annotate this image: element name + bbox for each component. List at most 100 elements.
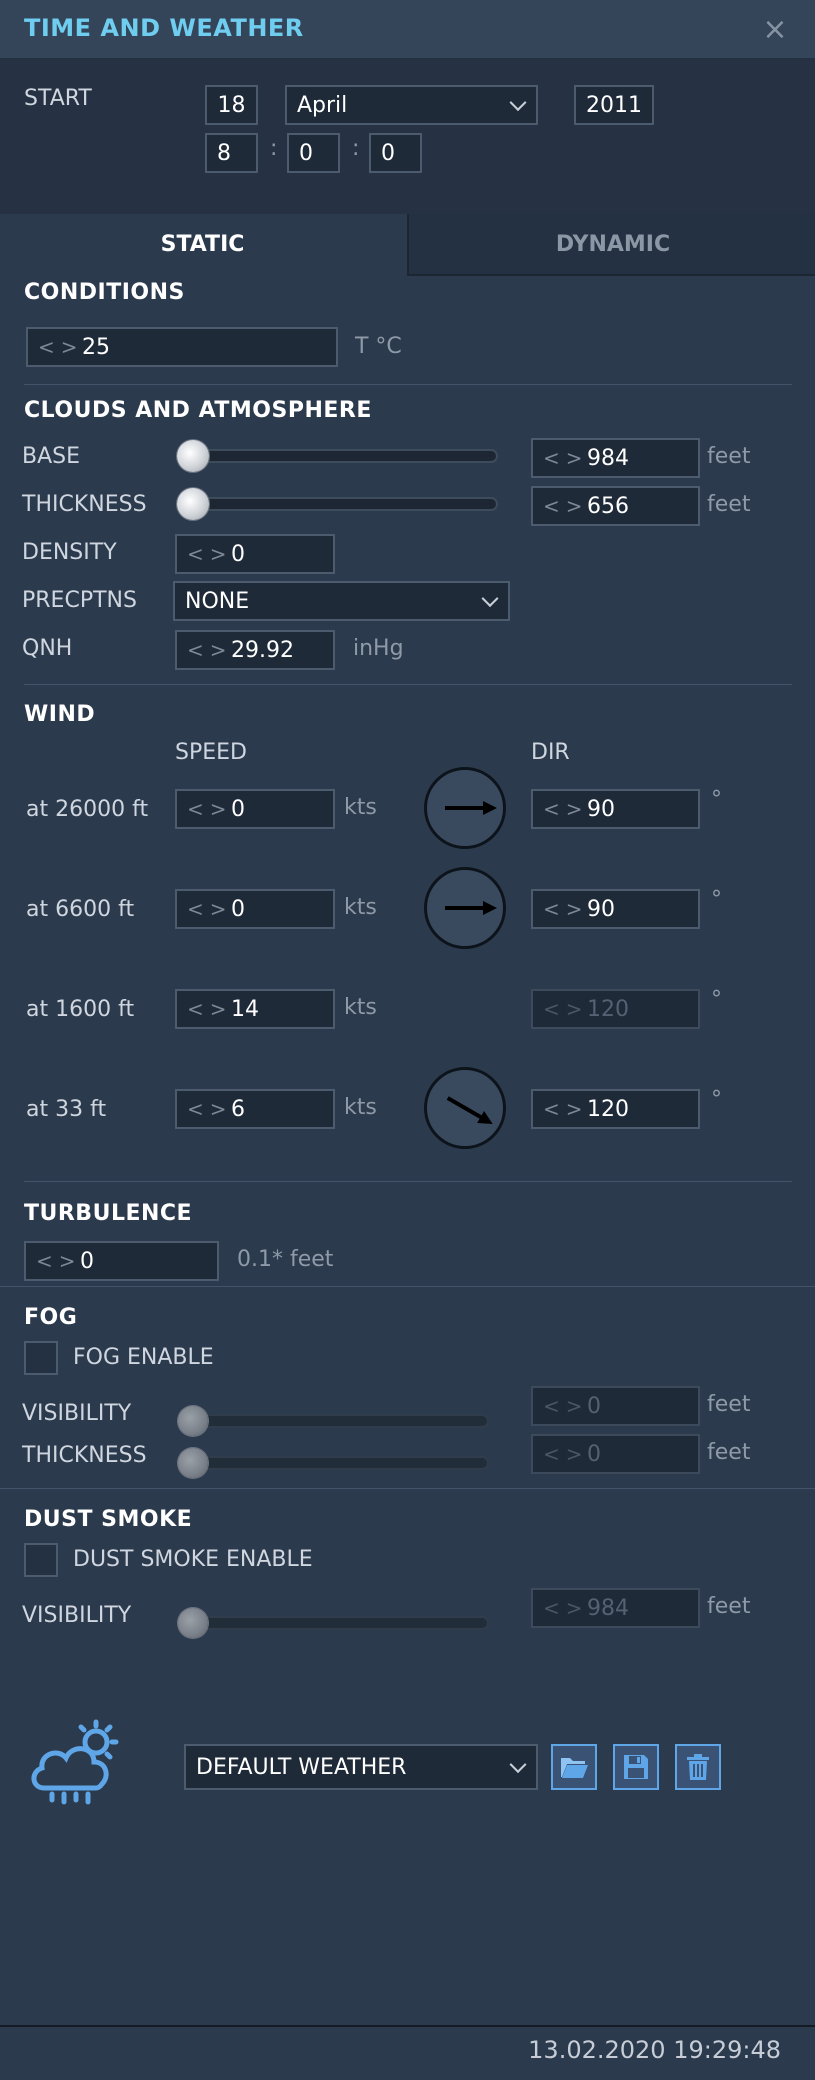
wind-arrow-icon	[445, 801, 497, 815]
open-folder-icon	[561, 1758, 588, 1778]
weather-preset-dropdown[interactable]: DEFAULT WEATHER	[184, 1744, 538, 1790]
dust-smoke-enable-checkbox[interactable]	[24, 1543, 58, 1577]
stepper-arrows-icon[interactable]: <>	[187, 997, 231, 1021]
stepper-arrows-icon[interactable]: <>	[543, 1596, 587, 1620]
cloud-base-value: 984	[587, 445, 629, 471]
wind-speed-unit: kts	[344, 795, 377, 820]
cloud-thickness-slider-knob[interactable]	[177, 488, 209, 520]
divider	[24, 684, 792, 685]
stepper-arrows-icon[interactable]: <>	[543, 494, 587, 518]
qnh-label: QNH	[22, 636, 73, 661]
wind-direction-dial[interactable]	[424, 867, 506, 949]
precipitation-dropdown[interactable]: NONE	[173, 581, 510, 621]
wind-speed-stepper[interactable]: <> 0	[175, 889, 335, 929]
wind-speed-stepper[interactable]: <> 0	[175, 789, 335, 829]
divider	[24, 1181, 792, 1182]
dust-visibility-stepper[interactable]: <> 984	[531, 1588, 700, 1628]
wind-altitude-label: at 33 ft	[26, 1097, 107, 1122]
save-floppy-icon	[624, 1755, 648, 1779]
fog-thickness-unit: feet	[707, 1440, 751, 1465]
stepper-arrows-icon[interactable]: <>	[543, 997, 587, 1021]
start-minute-field[interactable]: 0	[287, 133, 340, 173]
fog-visibility-value: 0	[587, 1393, 601, 1419]
fog-visibility-slider-knob[interactable]	[178, 1406, 208, 1436]
turbulence-stepper[interactable]: <> 0	[24, 1241, 219, 1281]
stepper-arrows-icon[interactable]: <>	[38, 335, 82, 359]
chevron-down-icon	[481, 590, 499, 608]
qnh-value: 29.92	[231, 637, 294, 663]
wind-direction-dial[interactable]	[424, 1067, 506, 1149]
stepper-arrows-icon[interactable]: <>	[543, 1097, 587, 1121]
fog-thickness-slider-knob[interactable]	[178, 1448, 208, 1478]
stepper-arrows-icon[interactable]: <>	[543, 1442, 587, 1466]
fog-visibility-stepper[interactable]: <> 0	[531, 1386, 700, 1426]
dust-visibility-slider-knob[interactable]	[178, 1608, 208, 1638]
temperature-unit: T °C	[355, 334, 402, 359]
start-month-value: April	[297, 92, 348, 118]
cloud-base-stepper[interactable]: <> 984	[531, 438, 700, 478]
dust-smoke-enable-label[interactable]: DUST SMOKE ENABLE	[73, 1547, 313, 1572]
turbulence-heading: TURBULENCE	[24, 1201, 193, 1226]
stepper-arrows-icon[interactable]: <>	[187, 1097, 231, 1121]
start-year-field[interactable]: 2011	[574, 85, 654, 125]
time-separator: :	[270, 136, 278, 161]
stepper-arrows-icon[interactable]: <>	[187, 638, 231, 662]
close-icon[interactable]: ×	[760, 12, 790, 47]
fog-thickness-slider[interactable]	[181, 1456, 489, 1470]
wind-dir-stepper[interactable]: <> 120	[531, 1089, 700, 1129]
fog-thickness-stepper[interactable]: <> 0	[531, 1434, 700, 1474]
wind-altitude-label: at 1600 ft	[26, 997, 135, 1022]
weather-preset-value: DEFAULT WEATHER	[196, 1754, 407, 1780]
start-day-field[interactable]: 18	[205, 85, 258, 125]
delete-trash-icon	[687, 1754, 709, 1780]
density-value: 0	[231, 541, 245, 567]
stepper-arrows-icon[interactable]: <>	[187, 797, 231, 821]
open-folder-button[interactable]	[551, 1744, 597, 1790]
wind-dir-stepper[interactable]: <> 90	[531, 789, 700, 829]
cloud-thickness-slider[interactable]	[180, 497, 498, 511]
wind-dir-stepper[interactable]: <> 90	[531, 889, 700, 929]
wind-dir-stepper[interactable]: <> 120	[531, 989, 700, 1029]
save-button[interactable]	[613, 1744, 659, 1790]
turbulence-unit: 0.1* feet	[237, 1247, 334, 1272]
dust-smoke-heading: DUST SMOKE	[24, 1507, 193, 1532]
wind-altitude-label: at 6600 ft	[26, 897, 135, 922]
stepper-arrows-icon[interactable]: <>	[36, 1249, 80, 1273]
qnh-unit: inHg	[353, 636, 404, 661]
wind-arrow-icon	[446, 1096, 493, 1124]
fog-heading: FOG	[24, 1305, 78, 1330]
density-stepper[interactable]: <> 0	[175, 534, 335, 574]
wind-speed-stepper[interactable]: <> 6	[175, 1089, 335, 1129]
stepper-arrows-icon[interactable]: <>	[187, 542, 231, 566]
stepper-arrows-icon[interactable]: <>	[543, 897, 587, 921]
conditions-heading: CONDITIONS	[24, 280, 185, 305]
start-month-dropdown[interactable]: April	[285, 85, 538, 125]
precipitation-label: PRECPTNS	[22, 588, 137, 613]
temperature-stepper[interactable]: <> 25	[26, 327, 338, 367]
fog-visibility-unit: feet	[707, 1392, 751, 1417]
cloud-thickness-stepper[interactable]: <> 656	[531, 486, 700, 526]
dust-visibility-slider[interactable]	[181, 1616, 489, 1630]
wind-speed-value: 0	[231, 796, 245, 822]
fog-enable-label[interactable]: FOG ENABLE	[73, 1345, 214, 1370]
stepper-arrows-icon[interactable]: <>	[543, 797, 587, 821]
delete-button[interactable]	[675, 1744, 721, 1790]
cloud-base-unit: feet	[707, 444, 751, 469]
stepper-arrows-icon[interactable]: <>	[543, 446, 587, 470]
cloud-base-slider[interactable]	[180, 449, 498, 463]
start-second-field[interactable]: 0	[369, 133, 422, 173]
wind-dir-value: 120	[587, 996, 629, 1022]
fog-visibility-slider[interactable]	[181, 1414, 489, 1428]
cloud-base-slider-knob[interactable]	[177, 440, 209, 472]
wind-speed-value: 14	[231, 996, 259, 1022]
stepper-arrows-icon[interactable]: <>	[543, 1394, 587, 1418]
start-hour-field[interactable]: 8	[205, 133, 258, 173]
stepper-arrows-icon[interactable]: <>	[187, 897, 231, 921]
divider	[24, 384, 792, 385]
qnh-stepper[interactable]: <> 29.92	[175, 630, 335, 670]
wind-direction-dial[interactable]	[424, 767, 506, 849]
tab-static[interactable]: STATIC	[0, 214, 405, 274]
fog-enable-checkbox[interactable]	[24, 1341, 58, 1375]
wind-speed-stepper[interactable]: <> 14	[175, 989, 335, 1029]
tab-dynamic[interactable]: DYNAMIC	[407, 214, 815, 276]
